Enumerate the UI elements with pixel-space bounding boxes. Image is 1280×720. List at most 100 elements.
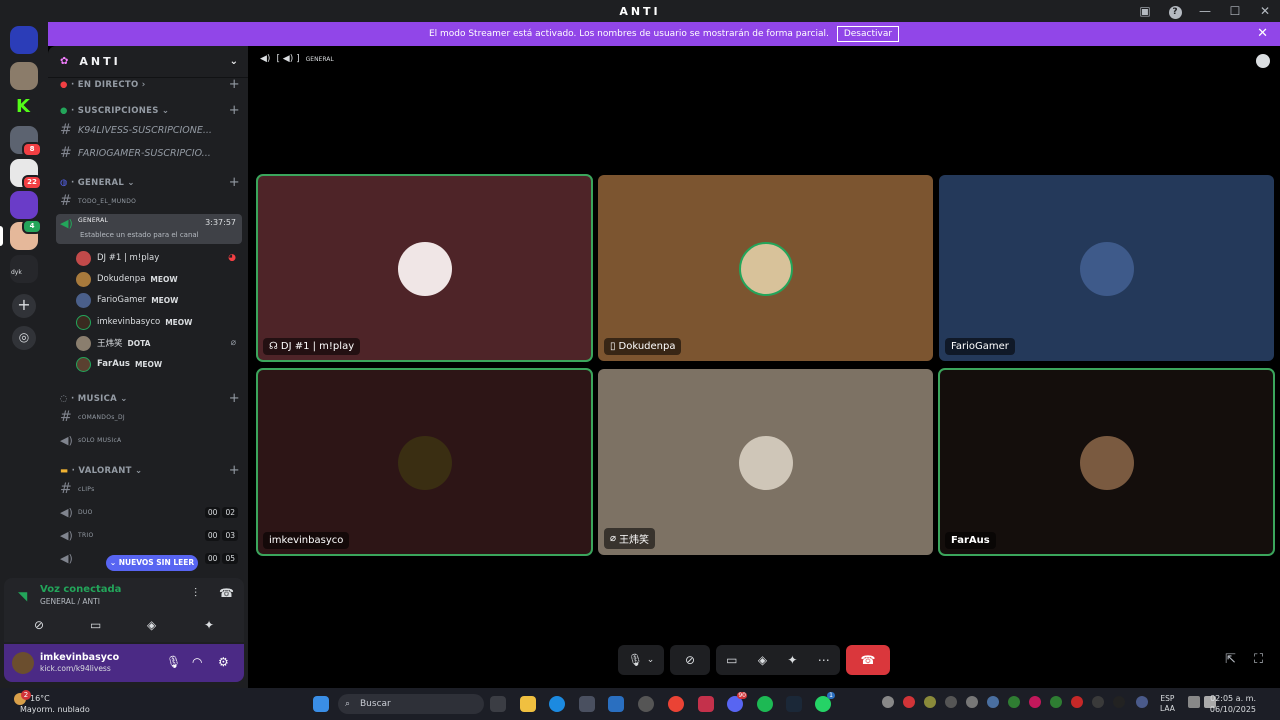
server-icon-4[interactable]: 22 — [10, 159, 42, 190]
steam-icon[interactable] — [786, 696, 802, 712]
video-tile[interactable]: ☊ DJ #1 | m!play — [256, 174, 593, 362]
video-tile[interactable]: ▯ Dokudenpa — [598, 175, 933, 361]
task-view-icon[interactable] — [490, 696, 506, 712]
tray-icon[interactable] — [1050, 696, 1062, 708]
language-indicator[interactable]: ESP LAA — [1160, 694, 1175, 714]
search-box[interactable]: ⌕ Buscar — [338, 694, 484, 714]
voice-user[interactable]: FarAus MEOW — [76, 355, 242, 373]
activity-icon[interactable]: ◈ — [147, 618, 156, 632]
spotify-icon[interactable] — [757, 696, 773, 712]
tray-icon[interactable] — [945, 696, 957, 708]
voice-user[interactable]: DJ #1 | m!play ◕ — [76, 249, 242, 267]
network-icon[interactable] — [1188, 696, 1200, 708]
channel-sub1[interactable]: # K94LIVESS-SUSCRIPCIONE... — [56, 120, 242, 140]
video-tile[interactable]: FarAus — [938, 368, 1275, 556]
app-icon-1[interactable] — [579, 696, 595, 712]
start-icon[interactable] — [313, 696, 329, 712]
maximize-button[interactable]: ☐ — [1220, 4, 1250, 18]
tray-icon[interactable] — [882, 696, 894, 708]
deactivate-button[interactable]: Desactivar — [836, 26, 900, 42]
popout-icon[interactable]: ⇱ — [1225, 652, 1236, 667]
microphone-icon[interactable]: 🎙 — [166, 655, 181, 669]
tray-icon[interactable] — [1008, 696, 1020, 708]
close-window-button[interactable]: ✕ — [1250, 4, 1280, 18]
app-icon-3[interactable] — [638, 696, 654, 712]
screen-share-icon[interactable]: ▭ — [726, 653, 737, 667]
soundboard-icon[interactable]: ✦ — [204, 618, 214, 632]
signal-icon[interactable]: ◥ — [18, 589, 27, 603]
channel-todo-el-mundo[interactable]: # TODO_EL_MUNDO — [56, 191, 242, 211]
tray-icon[interactable] — [1071, 696, 1083, 708]
server-icon-1[interactable] — [10, 62, 38, 90]
category-general[interactable]: ◍ · GENERAL ⌄ + — [60, 175, 244, 190]
category-en-directo[interactable]: ● · EN DIRECTO › + — [60, 77, 244, 92]
microphone-button[interactable]: 🎙 ⌄ — [618, 645, 664, 675]
home-discord-icon[interactable] — [10, 26, 38, 54]
close-icon[interactable]: ✕ — [1257, 26, 1268, 41]
channel-clips[interactable]: # cLIPs — [56, 479, 242, 499]
headphones-icon[interactable]: ◠ — [192, 655, 202, 669]
username[interactable]: imkevinbasyco — [40, 652, 119, 663]
help-icon[interactable]: ? — [1160, 3, 1190, 19]
add-server-icon[interactable]: + — [12, 294, 36, 318]
tray-icon[interactable] — [966, 696, 978, 708]
weather-widget[interactable]: 2 16°C Mayorm. nublado — [14, 690, 90, 715]
tray-icon[interactable] — [1113, 696, 1125, 708]
inbox-icon[interactable]: ▣ — [1130, 4, 1160, 18]
category-musica[interactable]: ◌ · MUSICA ⌄ + — [60, 391, 244, 406]
noise-suppression-icon[interactable]: ⫶ — [194, 586, 197, 601]
voice-connected-label[interactable]: Voz conectada — [40, 584, 121, 595]
add-channel-icon[interactable]: + — [229, 103, 240, 118]
server-folder[interactable]: dyk — [10, 255, 38, 283]
chat-icon[interactable] — [1256, 54, 1270, 68]
tray-icon[interactable] — [987, 696, 999, 708]
more-icon[interactable]: ⋯ — [818, 653, 830, 667]
add-channel-icon[interactable]: + — [229, 77, 240, 92]
minimize-button[interactable]: — — [1190, 4, 1220, 18]
camera-off-icon[interactable]: ⊘ — [34, 618, 44, 632]
tray-icon[interactable] — [903, 696, 915, 708]
new-unread-button[interactable]: ⌄ NUEVOS SIN LEER — [106, 555, 198, 571]
discord-icon[interactable]: 90 — [727, 692, 747, 712]
tray-icon[interactable] — [1029, 696, 1041, 708]
voice-user[interactable]: FarioGamer MEOW — [76, 291, 242, 309]
activity-icon[interactable]: ◈ — [758, 653, 767, 667]
voice-user[interactable]: imkevinbasyco MEOW — [76, 313, 242, 331]
tray-icon[interactable] — [924, 696, 936, 708]
edge-icon[interactable] — [549, 696, 565, 712]
tray-icon[interactable] — [1092, 696, 1104, 708]
voice-user[interactable]: Dokudenpa MEOW — [76, 270, 242, 288]
voice-user[interactable]: 王炜笑 DOTA ⌀ — [76, 334, 242, 352]
disconnect-icon[interactable]: ☎ — [219, 586, 234, 600]
fullscreen-icon[interactable]: ⛶ — [1254, 652, 1263, 667]
camera-button[interactable]: ⊘ — [670, 645, 710, 675]
add-channel-icon[interactable]: + — [229, 391, 240, 406]
category-valorant[interactable]: ▬ · VALORANT ⌄ + — [60, 463, 244, 478]
server-icon-3[interactable]: 8 — [10, 126, 42, 157]
channel-comandos-dj[interactable]: # cOMANDOs_DJ — [56, 407, 242, 427]
avatar[interactable] — [12, 652, 34, 674]
server-icon-anti[interactable]: 4 — [0, 219, 42, 250]
channel-general-voice[interactable]: ◀) GENERAL 3:37:57 Establece un estado p… — [56, 214, 242, 244]
gear-icon[interactable]: ⚙ — [218, 655, 229, 669]
chrome-icon[interactable] — [668, 696, 684, 712]
add-channel-icon[interactable]: + — [229, 463, 240, 478]
whatsapp-icon[interactable]: 1 — [815, 692, 835, 712]
screen-share-icon[interactable]: ▭ — [90, 618, 101, 632]
add-channel-icon[interactable]: + — [229, 175, 240, 190]
video-tile[interactable]: ⌀ 王炜笑 — [598, 369, 933, 555]
channel-solo-musica[interactable]: ◀) sOLO MUSIcA — [56, 430, 242, 450]
app-icon-4[interactable] — [698, 696, 714, 712]
category-suscripciones[interactable]: ● · SUSCRIPCIONES ⌄ + — [60, 103, 244, 118]
discover-icon[interactable]: ◎ — [12, 326, 36, 350]
video-tile[interactable]: imkevinbasyco — [256, 368, 593, 556]
channel-trio[interactable]: ◀) TRIO 00 03 — [56, 525, 242, 545]
channel-status[interactable]: Establece un estado para el canal — [80, 231, 199, 239]
server-header[interactable]: ✿ ANTI ⌄ — [48, 46, 248, 78]
disconnect-button[interactable]: ☎ — [846, 645, 890, 675]
clock[interactable]: 02:05 a. m. 06/10/2025 — [1210, 693, 1256, 715]
server-icon-5[interactable] — [10, 191, 38, 219]
file-explorer-icon[interactable] — [520, 696, 536, 712]
server-icon-kick[interactable]: K — [10, 94, 38, 122]
channel-sub2[interactable]: # FARIOGAMER-SUSCRIPCIO... — [56, 143, 242, 163]
